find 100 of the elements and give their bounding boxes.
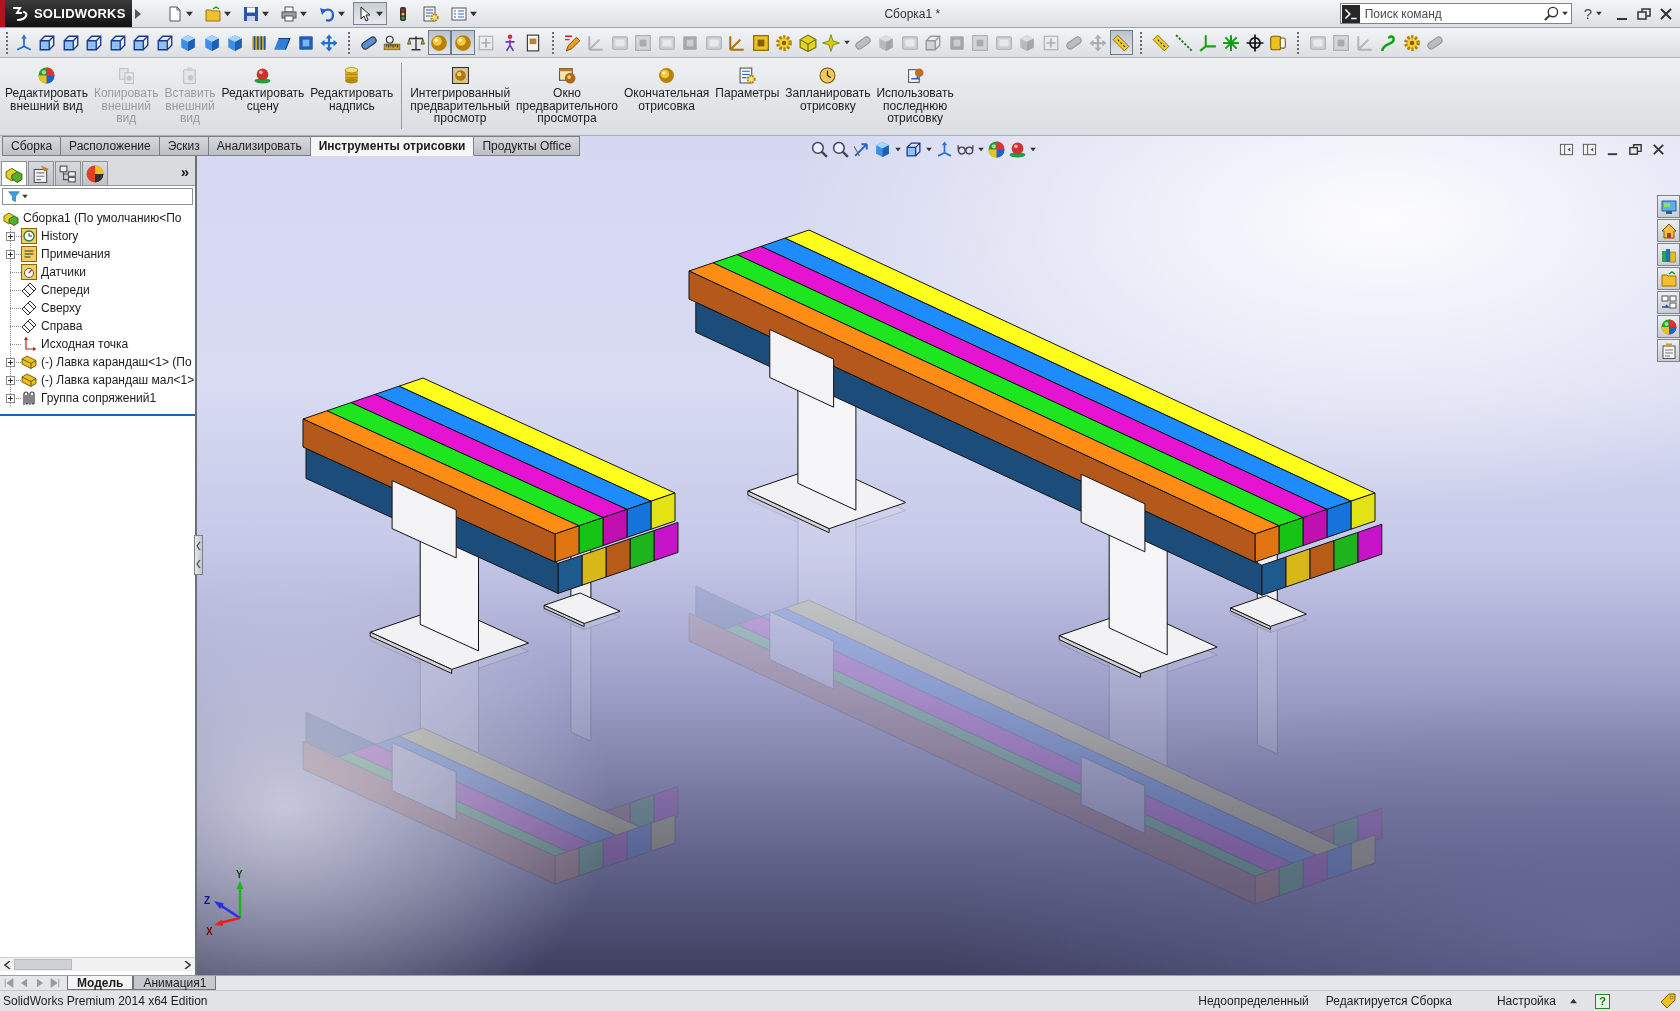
caret-icon[interactable] bbox=[300, 10, 307, 17]
caret-icon[interactable] bbox=[1030, 147, 1036, 152]
task-pane-tab[interactable] bbox=[1657, 267, 1680, 290]
toolbar-button[interactable] bbox=[353, 2, 387, 25]
cube-icon[interactable] bbox=[874, 141, 891, 158]
caret-icon[interactable] bbox=[895, 147, 901, 152]
tree-item[interactable]: Датчики bbox=[41, 265, 86, 279]
wireframe-cube-icon[interactable] bbox=[905, 141, 922, 158]
scene-icon bbox=[254, 67, 272, 84]
tab[interactable]: Сборка bbox=[2, 136, 62, 156]
scroll-right-icon[interactable] bbox=[184, 960, 191, 969]
expand-icon[interactable] bbox=[6, 249, 15, 259]
caret-up-icon[interactable] bbox=[1570, 998, 1577, 1004]
paperclip-icon bbox=[21, 390, 37, 406]
tree-item[interactable]: Справа bbox=[41, 319, 83, 333]
restore-icon[interactable] bbox=[1636, 5, 1652, 22]
sphere-icon bbox=[658, 67, 676, 84]
expand-icon[interactable] bbox=[6, 231, 15, 241]
task-pane-tab[interactable] bbox=[1657, 339, 1680, 362]
scene-icon[interactable] bbox=[1009, 141, 1026, 158]
tree-item[interactable]: Сверху bbox=[41, 301, 82, 315]
ribbon-button[interactable]: Параметры bbox=[712, 66, 783, 125]
caret-icon[interactable] bbox=[470, 10, 477, 17]
tab[interactable]: Продукты Office bbox=[474, 136, 581, 156]
task-pane-tab[interactable] bbox=[1657, 315, 1680, 338]
tab[interactable]: Расположение bbox=[61, 136, 160, 156]
tab[interactable]: Анимация1 bbox=[133, 976, 217, 990]
caret-icon[interactable] bbox=[1561, 11, 1568, 16]
filter-field[interactable] bbox=[2, 188, 193, 205]
framed-sphere-icon bbox=[451, 67, 469, 84]
tab[interactable]: Модель bbox=[67, 976, 134, 990]
ribbon-button[interactable]: Редактировать внешний вид bbox=[2, 66, 91, 125]
color-sphere-icon bbox=[37, 67, 55, 84]
split-view-icon[interactable] bbox=[1582, 142, 1597, 157]
caret-icon[interactable] bbox=[224, 10, 231, 17]
tree-item[interactable]: Примечания bbox=[41, 247, 111, 261]
more-button[interactable]: » bbox=[180, 162, 189, 180]
caret-icon[interactable] bbox=[926, 147, 932, 152]
expand-icon[interactable] bbox=[6, 375, 15, 385]
zoom-icon[interactable] bbox=[832, 141, 849, 158]
axis-label: Y bbox=[236, 870, 243, 880]
caret-icon[interactable] bbox=[1596, 11, 1602, 16]
splitter-handle[interactable] bbox=[194, 535, 203, 575]
task-pane-tab[interactable] bbox=[1657, 291, 1680, 314]
ribbon-button[interactable]: Использовать последнюю отрисовку bbox=[873, 66, 957, 125]
tree-item[interactable]: History bbox=[41, 229, 79, 243]
panel-tab[interactable] bbox=[28, 161, 54, 185]
close-icon[interactable] bbox=[1658, 5, 1674, 22]
tree-item[interactable]: Исходная точка bbox=[41, 337, 129, 351]
tree-item[interactable]: Группа сопряжений1 bbox=[41, 391, 157, 405]
close-icon[interactable] bbox=[1651, 142, 1666, 157]
status-text: Настройка bbox=[1496, 994, 1556, 1008]
ribbon-button[interactable]: Интегрированный предварительный просмотр bbox=[407, 66, 514, 125]
horizontal-scrollbar[interactable] bbox=[0, 957, 195, 971]
axes-icon[interactable] bbox=[936, 141, 953, 158]
panel-tab[interactable] bbox=[55, 161, 81, 185]
search-icon[interactable] bbox=[1543, 6, 1559, 21]
scrollbar-thumb[interactable] bbox=[14, 959, 72, 970]
search-box[interactable]: Поиск команд bbox=[1339, 3, 1572, 24]
ribbon-button[interactable]: Окно предварительного просмотра bbox=[513, 66, 621, 125]
caret-right-icon[interactable] bbox=[135, 8, 141, 19]
help-button[interactable]: ? bbox=[1595, 993, 1610, 1009]
split-view-icon[interactable] bbox=[1559, 142, 1574, 157]
monitor-icon bbox=[1660, 198, 1677, 215]
ribbon-button[interactable]: Окончательная отрисовка bbox=[620, 66, 713, 125]
books-icon bbox=[1660, 246, 1677, 263]
tree-item[interactable]: (-) Лавка карандаш<1> (По bbox=[41, 355, 192, 369]
caret-icon[interactable] bbox=[844, 40, 850, 45]
panel-tab[interactable] bbox=[82, 161, 108, 185]
ribbon-button[interactable]: Редактировать надпись bbox=[307, 66, 397, 125]
panel-tab[interactable] bbox=[1, 161, 27, 185]
tab[interactable]: Анализировать bbox=[208, 136, 311, 156]
expand-icon[interactable] bbox=[6, 357, 15, 367]
arrow-icon[interactable] bbox=[853, 141, 870, 158]
task-pane-tab[interactable] bbox=[1657, 243, 1680, 266]
caret-icon[interactable] bbox=[186, 10, 193, 17]
task-pane-tab[interactable] bbox=[1657, 195, 1680, 218]
ribbon-button[interactable]: Запланировать отрисовку bbox=[782, 66, 874, 125]
caret-icon[interactable] bbox=[978, 147, 984, 152]
restore-icon[interactable] bbox=[1628, 142, 1643, 157]
caret-icon[interactable] bbox=[22, 194, 28, 199]
search-field[interactable]: Поиск команд bbox=[1362, 5, 1541, 22]
ribbon-button[interactable]: Редактировать сцену bbox=[218, 66, 308, 125]
part-icon bbox=[21, 372, 37, 388]
task-pane-tab[interactable] bbox=[1657, 219, 1680, 242]
caret-icon[interactable] bbox=[338, 10, 345, 17]
caret-icon[interactable] bbox=[262, 10, 269, 17]
tree-item[interactable]: Сборка1 (По умолчанию<По bbox=[23, 211, 182, 225]
tree-item[interactable]: (-) Лавка карандаш мал<1> bbox=[41, 373, 195, 387]
tree-item[interactable]: Спереди bbox=[41, 283, 90, 297]
zoom-icon[interactable] bbox=[811, 141, 828, 158]
color-sphere-icon[interactable] bbox=[988, 141, 1005, 158]
help-button[interactable]: ? bbox=[1583, 5, 1592, 22]
tab[interactable]: Инструменты отрисовки bbox=[310, 136, 475, 156]
caret-icon[interactable] bbox=[376, 10, 383, 17]
status-text: Недоопределенный bbox=[1198, 994, 1309, 1008]
expand-icon[interactable] bbox=[6, 393, 15, 403]
clock-icon bbox=[819, 67, 837, 84]
tab[interactable]: Эскиз bbox=[159, 136, 209, 156]
scroll-left-icon[interactable] bbox=[4, 960, 11, 969]
